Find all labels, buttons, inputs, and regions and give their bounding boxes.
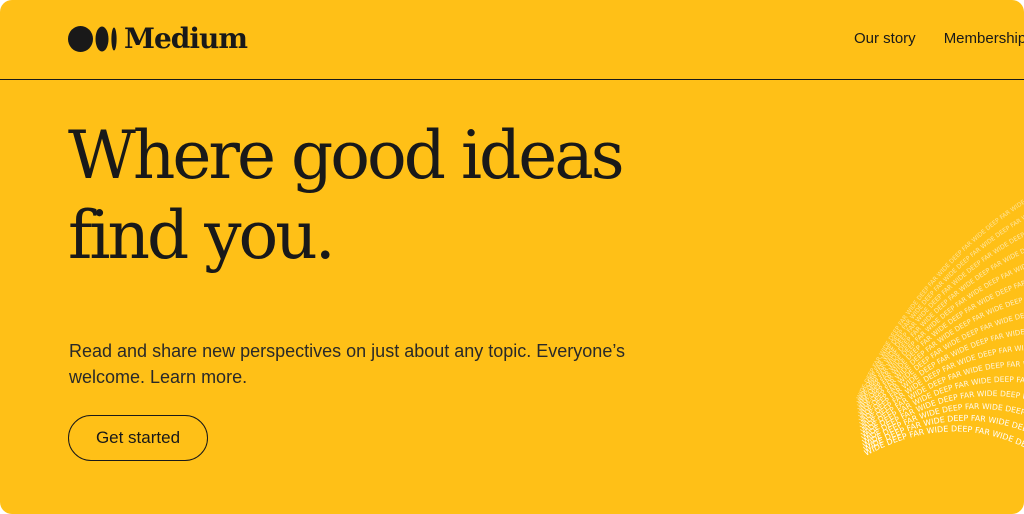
headline-line-1: Where good ideas (68, 117, 625, 194)
page-frame: Medium Our story Membership Where good i… (0, 0, 1024, 514)
nav-link-our-story[interactable]: Our story (854, 29, 916, 49)
top-navigation-bar: Medium Our story Membership (0, 0, 1024, 80)
top-nav: Our story Membership (854, 29, 1024, 49)
medium-logo[interactable]: Medium (68, 22, 248, 56)
logo-wordmark: Medium (124, 22, 248, 55)
hero-headline: Where good ideas find you. (68, 116, 708, 276)
hero-subtitle: Read and share new perspectives on just … (69, 341, 626, 387)
headline-line-2: find you. (68, 197, 336, 274)
medium-logo-icon (68, 26, 117, 52)
nav-link-membership[interactable]: Membership (944, 29, 1024, 49)
word-wave-illustration: WIDE DEEP FAR WIDE DEEP FAR WIDE DEEP FA… (820, 180, 1024, 458)
get-started-button[interactable]: Get started (68, 415, 208, 461)
